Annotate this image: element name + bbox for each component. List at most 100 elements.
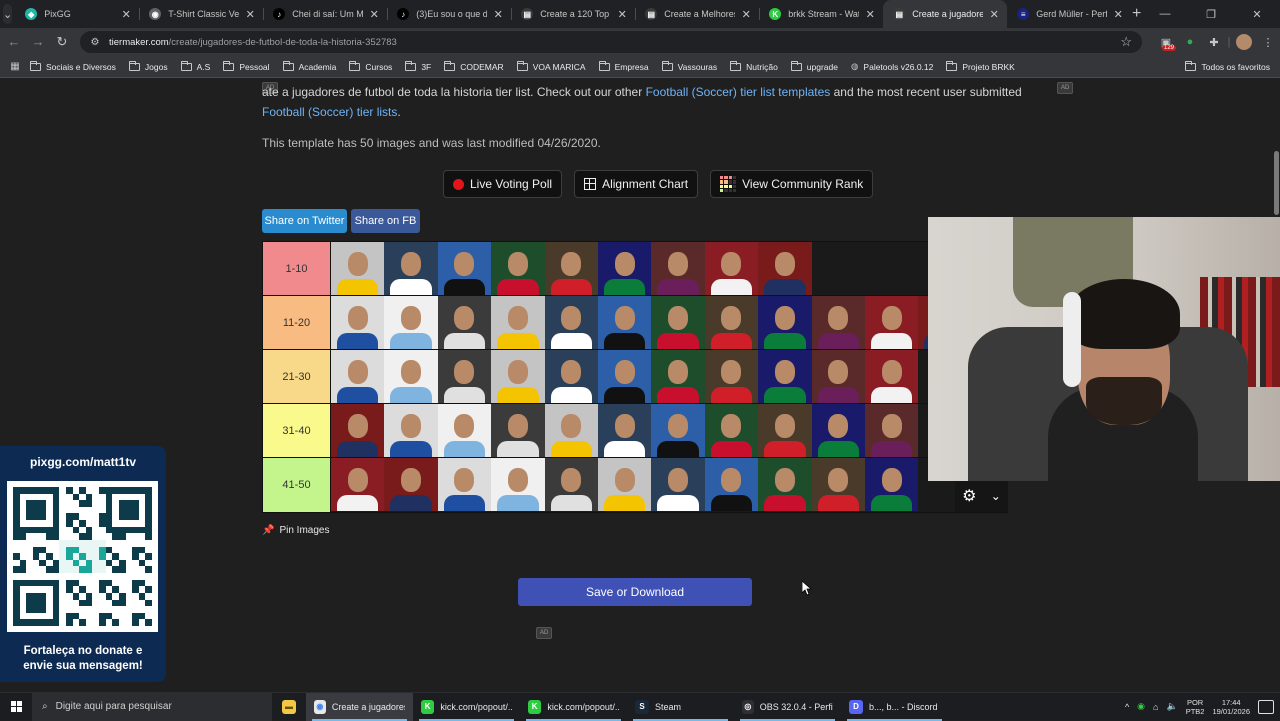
player-image-tile[interactable] — [331, 350, 384, 403]
taskbar-app[interactable]: Kkick.com/popout/... — [413, 693, 520, 721]
player-image-tile[interactable] — [758, 404, 811, 457]
player-image-tile[interactable] — [651, 296, 704, 349]
bookmark-item[interactable]: Empresa — [599, 61, 649, 72]
bookmark-item[interactable]: 3F — [405, 61, 431, 72]
live-voting-button[interactable]: Live Voting Poll — [443, 170, 562, 198]
player-image-tile[interactable] — [705, 242, 758, 295]
pin-images-toggle[interactable]: 📌 Pin Images — [262, 525, 329, 536]
player-image-tile[interactable] — [384, 404, 437, 457]
extension-icon[interactable]: ▣129 — [1154, 28, 1178, 56]
language-indicator[interactable]: PORPTB2 — [1186, 698, 1205, 716]
player-image-tile[interactable] — [865, 350, 918, 403]
player-image-tile[interactable] — [758, 458, 811, 511]
player-image-tile[interactable] — [438, 350, 491, 403]
tab-close-icon[interactable]: ✕ — [491, 8, 505, 21]
player-image-tile[interactable] — [331, 242, 384, 295]
bookmark-item[interactable]: A.S — [181, 61, 211, 72]
tier-label[interactable]: 1-10 — [263, 242, 331, 295]
start-button[interactable] — [0, 701, 32, 712]
clock[interactable]: 17:4419/01/2026 — [1212, 698, 1250, 716]
player-image-tile[interactable] — [384, 458, 437, 511]
taskbar-app[interactable]: Db..., b... - Discord — [841, 693, 948, 721]
bookmark-item[interactable]: CODEMAR — [444, 61, 503, 72]
player-image-tile[interactable] — [598, 350, 651, 403]
player-image-tile[interactable] — [812, 350, 865, 403]
tab-close-icon[interactable]: ✕ — [367, 8, 381, 21]
chevron-down-icon[interactable]: ⌄ — [991, 489, 1001, 503]
taskbar-app[interactable]: SSteam — [627, 693, 734, 721]
profile-avatar[interactable] — [1232, 28, 1256, 56]
browser-tab[interactable]: ▤Create a Melhores lu✕ — [635, 0, 759, 28]
player-image-tile[interactable] — [384, 296, 437, 349]
forward-icon[interactable]: → — [26, 34, 50, 50]
player-image-tile[interactable] — [812, 404, 865, 457]
close-window-icon[interactable]: ✕ — [1234, 8, 1280, 21]
bookmark-item[interactable]: Academia — [283, 61, 337, 72]
share-twitter-button[interactable]: Share on Twitter — [262, 209, 347, 233]
taskbar-app[interactable]: Kkick.com/popout/... — [520, 693, 627, 721]
tab-close-icon[interactable]: ✕ — [863, 8, 877, 21]
bookmark-item[interactable]: Vassouras — [662, 61, 718, 72]
player-image-tile[interactable] — [758, 242, 811, 295]
bookmark-item[interactable]: ◍Paletools v26.0.12 — [851, 61, 933, 72]
tier-label[interactable]: 31-40 — [263, 404, 331, 457]
player-image-tile[interactable] — [651, 404, 704, 457]
bookmark-item[interactable]: Pessoal — [223, 61, 269, 72]
new-tab-button[interactable]: + — [1131, 5, 1142, 23]
browser-tab[interactable]: ♪(3)Eu sou o que desm✕ — [387, 0, 511, 28]
player-image-tile[interactable] — [598, 404, 651, 457]
player-image-tile[interactable] — [491, 242, 544, 295]
browser-tab[interactable]: ▤Create a jugadores d✕ — [883, 0, 1007, 28]
player-image-tile[interactable] — [331, 458, 384, 511]
templates-link[interactable]: Football (Soccer) tier list templates — [646, 85, 831, 99]
site-info-icon[interactable]: ⚙ — [88, 35, 102, 49]
tier-label[interactable]: 21-30 — [263, 350, 331, 403]
reload-icon[interactable]: ↻ — [50, 34, 74, 50]
bookmark-item[interactable]: upgrade — [791, 61, 838, 72]
player-image-tile[interactable] — [812, 458, 865, 511]
player-image-tile[interactable] — [865, 296, 918, 349]
player-image-tile[interactable] — [384, 350, 437, 403]
player-image-tile[interactable] — [491, 404, 544, 457]
address-bar[interactable]: ⚙ tiermaker.com/create/jugadores-de-futb… — [80, 31, 1142, 53]
tab-close-icon[interactable]: ✕ — [243, 8, 257, 21]
player-image-tile[interactable] — [438, 404, 491, 457]
browser-tab[interactable]: Kbrkk Stream - Watch✕ — [759, 0, 883, 28]
file-explorer-icon[interactable]: ▬ — [272, 693, 306, 721]
bookmark-item[interactable]: Sociais e Diversos — [30, 61, 116, 72]
player-image-tile[interactable] — [545, 242, 598, 295]
player-image-tile[interactable] — [545, 458, 598, 511]
taskbar-app[interactable]: ◉Create a jugadores ... — [306, 693, 413, 721]
tab-close-icon[interactable]: ✕ — [1111, 8, 1125, 21]
tier-label[interactable]: 11-20 — [263, 296, 331, 349]
player-image-tile[interactable] — [598, 296, 651, 349]
player-image-tile[interactable] — [491, 350, 544, 403]
player-image-tile[interactable] — [491, 458, 544, 511]
player-image-tile[interactable] — [705, 404, 758, 457]
browser-tab[interactable]: ♪Chei di saí: Um Mem✕ — [263, 0, 387, 28]
all-bookmarks[interactable]: Todos os favoritos — [1185, 62, 1270, 72]
player-image-tile[interactable] — [758, 350, 811, 403]
bookmark-item[interactable]: Jogos — [129, 61, 168, 72]
restore-icon[interactable]: ❐ — [1188, 8, 1234, 21]
tierlists-link[interactable]: Football (Soccer) tier lists — [262, 105, 397, 119]
player-image-tile[interactable] — [812, 296, 865, 349]
player-image-tile[interactable] — [651, 350, 704, 403]
player-image-tile[interactable] — [545, 350, 598, 403]
scroll-thumb[interactable] — [1274, 151, 1279, 215]
player-image-tile[interactable] — [758, 296, 811, 349]
tab-search-icon[interactable]: ⌄ — [3, 4, 12, 24]
tab-close-icon[interactable]: ✕ — [739, 8, 753, 21]
gear-icon[interactable]: ⚙ — [962, 486, 976, 506]
community-rank-button[interactable]: View Community Rank — [710, 170, 873, 198]
player-image-tile[interactable] — [598, 458, 651, 511]
tab-close-icon[interactable]: ✕ — [119, 8, 133, 21]
extensions-puzzle-icon[interactable]: ✚ — [1202, 28, 1226, 56]
player-image-tile[interactable] — [705, 458, 758, 511]
browser-tab[interactable]: ▤Create a 120 Top On✕ — [511, 0, 635, 28]
player-image-tile[interactable] — [705, 296, 758, 349]
bookmark-item[interactable]: VOA MARICA — [517, 61, 586, 72]
bookmark-item[interactable]: Projeto BRKK — [946, 61, 1014, 72]
player-image-tile[interactable] — [331, 296, 384, 349]
tray-app-icon[interactable]: ◉ — [1137, 701, 1145, 712]
